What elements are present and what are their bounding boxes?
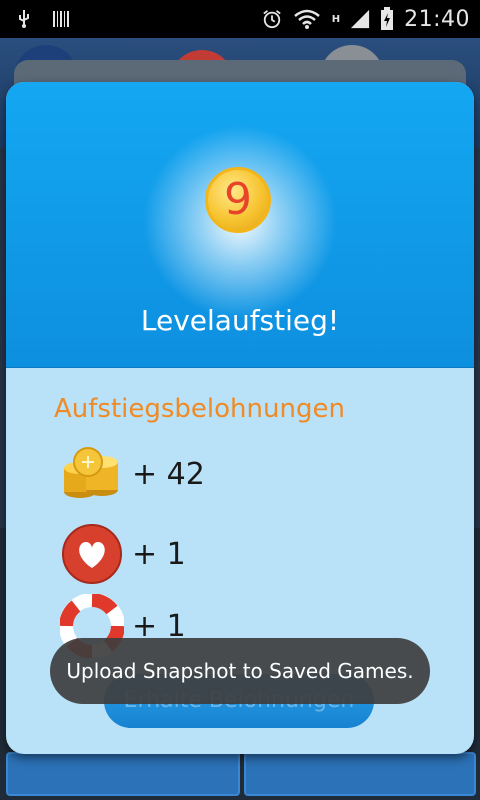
dialog-header: 9 Levelaufstieg!	[6, 82, 474, 368]
barcode-icon	[52, 9, 72, 29]
reward-row-coins: + 42	[58, 442, 205, 506]
alarm-icon	[262, 9, 282, 29]
battery-charging-icon	[380, 7, 394, 30]
level-number: 9	[224, 174, 252, 225]
heart-icon	[58, 522, 126, 586]
dialog-title: Levelaufstieg!	[140, 304, 340, 337]
reward-row-heart: + 1	[58, 522, 186, 586]
clock: 21:40	[404, 6, 470, 32]
status-bar: H 21:40	[0, 0, 480, 38]
level-badge-coin-icon: 9	[205, 167, 271, 233]
reward-value-heart: + 1	[132, 536, 186, 572]
reward-value-coins: + 42	[132, 456, 205, 492]
toast-notification: Upload Snapshot to Saved Games.	[50, 638, 430, 704]
wifi-icon	[292, 9, 322, 29]
footer-tab-left	[6, 752, 240, 796]
network-type-label: H	[331, 13, 341, 25]
usb-icon	[14, 9, 34, 29]
footer-tab-right	[244, 752, 476, 796]
rewards-heading: Aufstiegsbelohnungen	[54, 394, 345, 424]
signal-icon	[350, 9, 370, 29]
gold-coins-icon	[58, 442, 126, 506]
toast-message: Upload Snapshot to Saved Games.	[66, 659, 414, 683]
